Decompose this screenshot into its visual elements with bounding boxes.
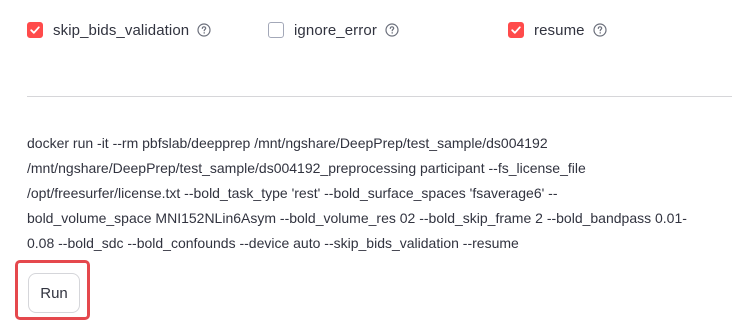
checkmark-icon bbox=[511, 26, 521, 34]
resume-checkbox[interactable] bbox=[508, 22, 524, 38]
option-skip-bids-validation[interactable]: skip_bids_validation bbox=[27, 17, 211, 43]
skip-bids-validation-label: skip_bids_validation bbox=[53, 21, 190, 39]
run-button[interactable]: Run bbox=[28, 273, 80, 313]
command-line: bold_volume_space MNI152NLin6Asym --bold… bbox=[27, 210, 687, 226]
options-row: skip_bids_validation ignore_error resume bbox=[27, 17, 749, 43]
command-line: 0.08 --bold_sdc --bold_confounds --devic… bbox=[27, 235, 519, 251]
command-line: /mnt/ngshare/DeepPrep/test_sample/ds0041… bbox=[27, 160, 586, 176]
question-circle-icon[interactable] bbox=[593, 23, 607, 37]
ignore-error-label: ignore_error bbox=[294, 21, 377, 39]
section-divider bbox=[27, 96, 732, 97]
command-line: /opt/freesurfer/license.txt --bold_task_… bbox=[27, 185, 558, 201]
option-resume[interactable]: resume bbox=[508, 17, 607, 43]
question-circle-icon[interactable] bbox=[197, 23, 211, 37]
skip-bids-validation-checkbox[interactable] bbox=[27, 22, 43, 38]
option-ignore-error[interactable]: ignore_error bbox=[268, 17, 399, 43]
ignore-error-checkbox[interactable] bbox=[268, 22, 284, 38]
docker-command-text: docker run -it --rm pbfslab/deepprep /mn… bbox=[27, 131, 734, 256]
command-line: docker run -it --rm pbfslab/deepprep /mn… bbox=[27, 135, 548, 151]
resume-label: resume bbox=[534, 21, 585, 39]
question-circle-icon[interactable] bbox=[385, 23, 399, 37]
checkmark-icon bbox=[30, 26, 40, 34]
